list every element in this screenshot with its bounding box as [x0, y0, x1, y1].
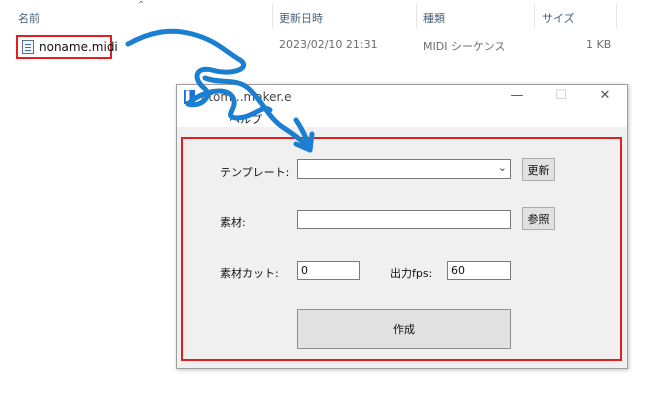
annotation-arrow-icon: [125, 28, 315, 153]
